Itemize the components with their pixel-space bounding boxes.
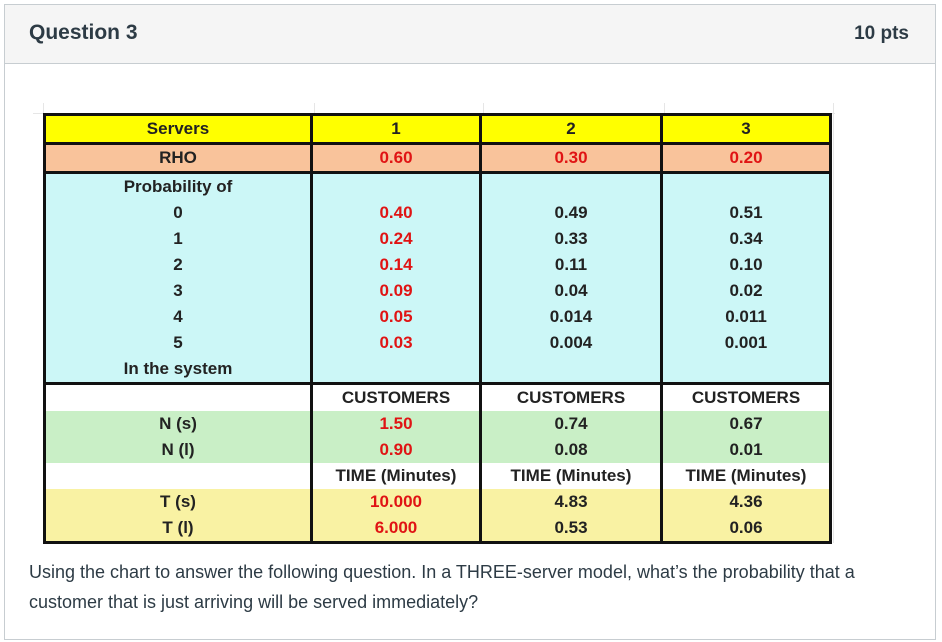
prob-label-row: Probability of (43, 172, 832, 200)
ns-value: 0.74 (479, 411, 663, 437)
queue-table: Servers 1 2 3 RHO 0.60 0.30 0.20 Probabi… (43, 113, 832, 544)
ts-value: 10.000 (310, 489, 482, 515)
prob-value: 0.10 (660, 252, 832, 278)
nl-value: 0.90 (310, 437, 482, 463)
rho-3: 0.20 (660, 143, 832, 174)
customers-header: CUSTOMERS (479, 382, 663, 411)
prob-value: 0.04 (479, 278, 663, 304)
prob-row: 5 0.03 0.004 0.001 (43, 330, 832, 356)
servers-1: 1 (310, 113, 482, 145)
prob-value: 0.03 (310, 330, 482, 356)
prob-value: 0.34 (660, 226, 832, 252)
prob-value: 0.011 (660, 304, 832, 330)
ns-value: 1.50 (310, 411, 482, 437)
prob-n: 2 (43, 252, 313, 278)
rho-label: RHO (43, 143, 313, 174)
spreadsheet-image: Servers 1 2 3 RHO 0.60 0.30 0.20 Probabi… (33, 103, 835, 544)
prob-value: 0.14 (310, 252, 482, 278)
prob-n: 0 (43, 200, 313, 226)
prob-row: 4 0.05 0.014 0.011 (43, 304, 832, 330)
tl-value: 0.06 (660, 515, 832, 544)
ns-label: N (s) (43, 411, 313, 437)
prob-n: 1 (43, 226, 313, 252)
question-text: Using the chart to answer the following … (29, 562, 855, 612)
prob-value: 0.33 (479, 226, 663, 252)
nl-label: N (l) (43, 437, 313, 463)
ts-value: 4.83 (479, 489, 663, 515)
prob-row: 2 0.14 0.11 0.10 (43, 252, 832, 278)
prob-value: 0.40 (310, 200, 482, 226)
ts-label: T (s) (43, 489, 313, 515)
tl-value: 6.000 (310, 515, 482, 544)
prob-value: 0.02 (660, 278, 832, 304)
tl-value: 0.53 (479, 515, 663, 544)
ns-row: N (s) 1.50 0.74 0.67 (43, 411, 832, 437)
tl-row: T (l) 6.000 0.53 0.06 (43, 515, 832, 544)
servers-row: Servers 1 2 3 (43, 113, 832, 145)
question-points: 10 pts (854, 23, 909, 44)
prob-value: 0.004 (479, 330, 663, 356)
customers-header: CUSTOMERS (660, 382, 832, 411)
nl-value: 0.08 (479, 437, 663, 463)
ts-value: 4.36 (660, 489, 832, 515)
in-system-row: In the system (43, 356, 832, 384)
rho-1: 0.60 (310, 143, 482, 174)
servers-2: 2 (479, 113, 663, 145)
rho-row: RHO 0.60 0.30 0.20 (43, 143, 832, 174)
prob-row: 3 0.09 0.04 0.02 (43, 278, 832, 304)
prob-value: 0.05 (310, 304, 482, 330)
nl-row: N (l) 0.90 0.08 0.01 (43, 437, 832, 463)
prob-row: 1 0.24 0.33 0.34 (43, 226, 832, 252)
in-system-label: In the system (43, 356, 313, 384)
prob-value: 0.09 (310, 278, 482, 304)
time-header: TIME (Minutes) (479, 463, 663, 489)
question-card: Question 3 10 pts Servers 1 2 3 RHO 0.60… (4, 4, 936, 640)
question-title: Question 3 (29, 21, 138, 44)
question-header: Question 3 10 pts (5, 5, 935, 64)
servers-label: Servers (43, 113, 313, 145)
time-header: TIME (Minutes) (310, 463, 482, 489)
prob-n: 4 (43, 304, 313, 330)
rho-2: 0.30 (479, 143, 663, 174)
prob-n: 5 (43, 330, 313, 356)
nl-value: 0.01 (660, 437, 832, 463)
customers-header: CUSTOMERS (310, 382, 482, 411)
prob-value: 0.49 (479, 200, 663, 226)
time-header-row: TIME (Minutes) TIME (Minutes) TIME (Minu… (43, 463, 832, 489)
prob-value: 0.001 (660, 330, 832, 356)
ns-value: 0.67 (660, 411, 832, 437)
time-header: TIME (Minutes) (660, 463, 832, 489)
prob-value: 0.11 (479, 252, 663, 278)
prob-row: 0 0.40 0.49 0.51 (43, 200, 832, 226)
prob-value: 0.51 (660, 200, 832, 226)
customers-header-row: CUSTOMERS CUSTOMERS CUSTOMERS (43, 382, 832, 411)
prob-n: 3 (43, 278, 313, 304)
servers-3: 3 (660, 113, 832, 145)
prob-label: Probability of (43, 172, 313, 200)
prob-value: 0.014 (479, 304, 663, 330)
tl-label: T (l) (43, 515, 313, 544)
prob-value: 0.24 (310, 226, 482, 252)
ts-row: T (s) 10.000 4.83 4.36 (43, 489, 832, 515)
